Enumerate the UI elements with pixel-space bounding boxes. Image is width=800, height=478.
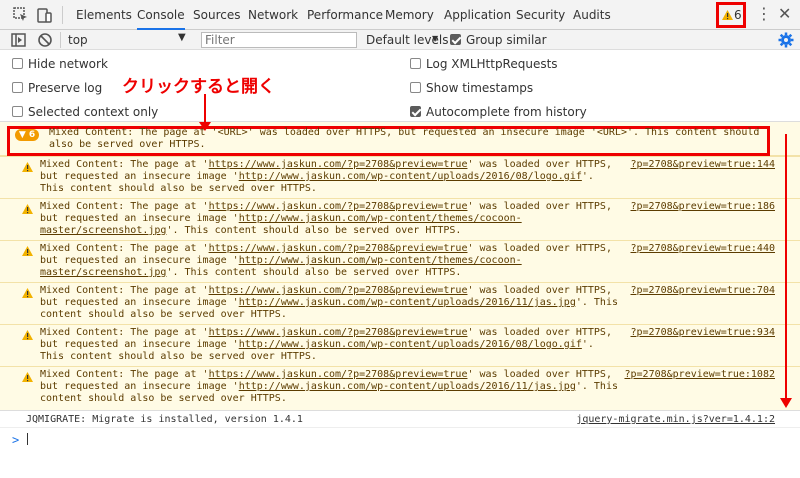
warning-icon: [22, 161, 33, 175]
autocomplete-checkbox[interactable]: [410, 106, 421, 117]
tab-performance[interactable]: Performance: [307, 0, 383, 30]
console-input-caret[interactable]: [27, 433, 28, 445]
group-similar-label: Group similar: [466, 33, 547, 47]
tab-console[interactable]: Console: [137, 0, 185, 30]
filter-input[interactable]: [201, 32, 357, 48]
more-options-icon[interactable]: ⋮: [756, 6, 772, 24]
warning-message-text: Mixed Content: The page at 'https://www.…: [40, 369, 618, 404]
hide-network-checkbox[interactable]: [12, 58, 23, 69]
warning-icon: [722, 9, 733, 23]
context-selector[interactable]: top: [68, 30, 88, 50]
image-url-link[interactable]: http://www.jaskun.com/wp-content/uploads…: [239, 171, 582, 182]
warning-entry: Mixed Content: The page at 'https://www.…: [0, 324, 800, 366]
selected-context-label: Selected context only: [28, 105, 159, 119]
warning-icon: [22, 287, 33, 301]
preserve-log-label: Preserve log: [28, 81, 103, 95]
group-count-badge[interactable]: ▼ 6: [15, 129, 39, 141]
gear-icon[interactable]: [778, 32, 794, 48]
warning-entry: Mixed Content: The page at 'https://www.…: [0, 366, 800, 410]
source-link[interactable]: ?p=2708&preview=true:704: [631, 285, 776, 296]
source-link[interactable]: ?p=2708&preview=true:1082: [624, 369, 775, 380]
warning-entry: Mixed Content: The page at 'https://www.…: [0, 198, 800, 240]
info-message-text: JQMIGRATE: Migrate is installed, version…: [26, 414, 303, 425]
devtools-tabbar: Elements Console Sources Network Performance…: [0, 0, 800, 30]
warning-icon: [22, 203, 33, 217]
warning-icon: [22, 245, 33, 259]
show-timestamps-checkbox[interactable]: [410, 82, 421, 93]
page-url-link[interactable]: https://www.jaskun.com/?p=2708&preview=t…: [209, 327, 468, 338]
close-icon[interactable]: ✕: [778, 6, 791, 22]
grouped-warning-row[interactable]: ▼ 6 Mixed Content: The page at '<URL>' w…: [0, 122, 800, 156]
tabbar-separator: [62, 6, 63, 24]
warning-message-text: Mixed Content: The page at 'https://www.…: [40, 327, 612, 362]
source-link[interactable]: ?p=2708&preview=true:440: [631, 243, 776, 254]
clear-console-icon[interactable]: [37, 31, 55, 49]
page-url-link[interactable]: https://www.jaskun.com/?p=2708&preview=t…: [209, 369, 468, 380]
scroll-annotation-arrow: [785, 134, 787, 398]
console-settings-panel: Hide network Preserve log Selected conte…: [0, 50, 800, 122]
warning-message-text: Mixed Content: The page at 'https://www.…: [40, 201, 612, 236]
image-url-link[interactable]: http://www.jaskun.com/wp-content/uploads…: [239, 297, 576, 308]
tab-application[interactable]: Application: [444, 0, 511, 30]
group-message-text: Mixed Content: The page at '<URL>' was l…: [49, 127, 760, 150]
info-row: JQMIGRATE: Migrate is installed, version…: [0, 410, 800, 428]
tab-network[interactable]: Network: [248, 0, 298, 30]
group-count: 6: [28, 130, 36, 140]
warning-entry: Mixed Content: The page at 'https://www.…: [0, 240, 800, 282]
device-toolbar-icon[interactable]: [35, 6, 53, 24]
console-toolbar: top ▼ Default levels ▼ Group similar: [0, 30, 800, 50]
inspect-element-icon[interactable]: [12, 6, 30, 24]
tab-memory[interactable]: Memory: [385, 0, 434, 30]
sidebar-toggle-icon[interactable]: [10, 31, 28, 49]
info-source-link[interactable]: jquery-migrate.min.js?ver=1.4.1:2: [576, 414, 775, 425]
page-url-link[interactable]: https://www.jaskun.com/?p=2708&preview=t…: [209, 159, 468, 170]
log-xhr-checkbox[interactable]: [410, 58, 421, 69]
scroll-annotation-arrowhead: [780, 398, 792, 408]
warning-counter[interactable]: 6: [716, 2, 746, 28]
source-link[interactable]: ?p=2708&preview=true:934: [631, 327, 776, 338]
chevron-down-icon[interactable]: ▼: [178, 32, 186, 43]
hide-network-label: Hide network: [28, 57, 108, 71]
show-timestamps-label: Show timestamps: [426, 81, 534, 95]
console-messages: ▼ 6 Mixed Content: The page at '<URL>' w…: [0, 122, 800, 478]
console-prompt-icon: >: [12, 433, 20, 447]
warning-message-text: Mixed Content: The page at 'https://www.…: [40, 243, 612, 278]
log-xhr-label: Log XMLHttpRequests: [426, 57, 558, 71]
tab-sources[interactable]: Sources: [193, 0, 240, 30]
warning-count: 6: [734, 8, 742, 22]
group-similar-checkbox[interactable]: [450, 34, 461, 45]
tab-elements[interactable]: Elements: [76, 0, 132, 30]
warning-icon: [22, 371, 33, 385]
preserve-log-checkbox[interactable]: [12, 82, 23, 93]
toolbar-separator: [60, 32, 61, 48]
tab-audits[interactable]: Audits: [573, 0, 611, 30]
warning-message-text: Mixed Content: The page at 'https://www.…: [40, 159, 612, 194]
source-link[interactable]: ?p=2708&preview=true:144: [631, 159, 776, 170]
page-url-link[interactable]: https://www.jaskun.com/?p=2708&preview=t…: [209, 243, 468, 254]
warning-icon: [22, 329, 33, 343]
page-url-link[interactable]: https://www.jaskun.com/?p=2708&preview=t…: [209, 201, 468, 212]
image-url-link[interactable]: http://www.jaskun.com/wp-content/uploads…: [239, 339, 582, 350]
annotation-arrow: [204, 94, 206, 125]
autocomplete-label: Autocomplete from history: [426, 105, 587, 119]
chevron-down-icon[interactable]: ▼: [432, 34, 438, 43]
page-url-link[interactable]: https://www.jaskun.com/?p=2708&preview=t…: [209, 285, 468, 296]
selected-context-checkbox[interactable]: [12, 106, 23, 117]
annotation-arrowhead: [199, 122, 211, 131]
tab-security[interactable]: Security: [516, 0, 565, 30]
warning-entry: Mixed Content: The page at 'https://www.…: [0, 282, 800, 324]
source-link[interactable]: ?p=2708&preview=true:186: [631, 201, 776, 212]
warning-message-text: Mixed Content: The page at 'https://www.…: [40, 285, 618, 320]
annotation-label: クリックすると開く: [122, 77, 275, 97]
image-url-link[interactable]: http://www.jaskun.com/wp-content/uploads…: [239, 381, 576, 392]
warning-entry: Mixed Content: The page at 'https://www.…: [0, 156, 800, 198]
